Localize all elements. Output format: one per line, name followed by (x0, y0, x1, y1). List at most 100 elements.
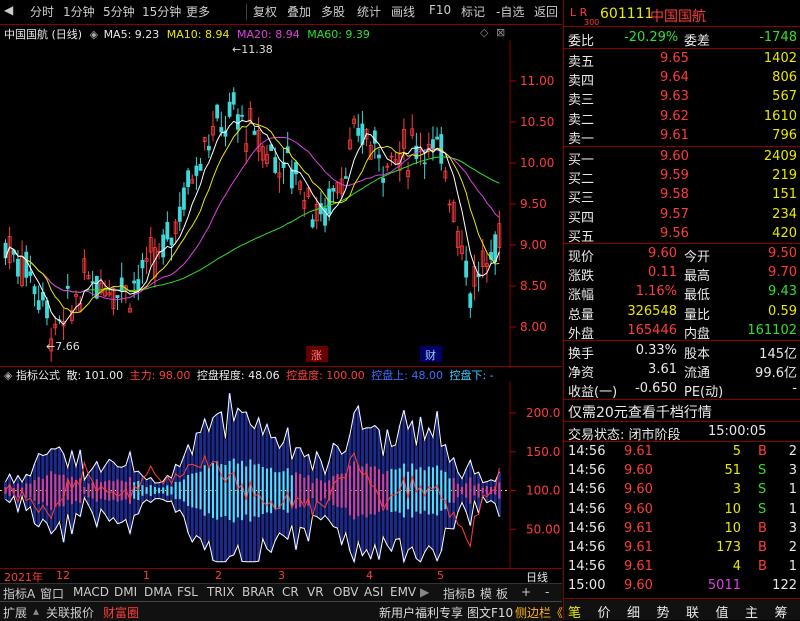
candle-body (177, 206, 182, 222)
link-sidebar[interactable]: 侧边栏《 (515, 604, 563, 621)
tab-trix[interactable]: TRIX (207, 585, 234, 599)
kongpandu-label: 控盘度: 100.00 (286, 369, 365, 382)
button-back[interactable]: 返回 (534, 3, 558, 20)
button-stats[interactable]: 统计 (357, 3, 381, 20)
bid-row[interactable]: 买一 9.60 2409 (564, 148, 800, 168)
tab-brar[interactable]: BRAR (242, 585, 275, 599)
button-overlay[interactable]: 叠加 (287, 3, 311, 20)
panel-tab[interactable]: 主 (745, 602, 758, 621)
tab-obv[interactable]: OBV (333, 585, 359, 599)
tab-more[interactable]: 更多 (186, 3, 210, 20)
tab-extend[interactable]: 扩展 (3, 604, 27, 621)
add-pane-button[interactable]: + (521, 585, 531, 599)
panel-tab[interactable]: 笔 (568, 602, 581, 621)
fin-row[interactable]: 换手 0.33% 股本 145亿 (564, 342, 800, 362)
bid-row[interactable]: 买二 9.59 219 (564, 167, 800, 187)
tab-indicator-a[interactable]: 指标A (3, 585, 35, 602)
diamond-icon[interactable]: ◇ (480, 26, 488, 39)
button-multi[interactable]: 多股 (321, 3, 345, 20)
fin-row[interactable]: 收益(一) -0.650 PE(动) - (564, 380, 800, 401)
stat-row[interactable]: 涨跌 0.11 最高 9.70 (564, 264, 800, 284)
bid-row[interactable]: 买五 9.56 420 (564, 225, 800, 245)
trade-tick-row[interactable]: 14:56 9.60 51 S 3 (564, 462, 800, 481)
panel-tab[interactable]: 值 (716, 602, 729, 621)
collapse-icon[interactable]: ⊠ (496, 26, 505, 39)
trade-tick-row[interactable]: 14:56 9.60 3 S 1 (564, 481, 800, 500)
tab-1min[interactable]: 1分钟 (63, 3, 95, 20)
stat-value: 9.70 (768, 265, 797, 281)
promo-row[interactable]: 仅需20元查看千档行情 (564, 401, 800, 421)
candle-body (493, 234, 498, 263)
scroll-right-icon[interactable]: ▶ (420, 585, 429, 599)
ask-level-label: 卖五 (568, 55, 595, 70)
tab-intraday[interactable]: 分时 (30, 3, 54, 20)
tab-5min[interactable]: 5分钟 (103, 3, 135, 20)
button-f10[interactable]: F10 (429, 3, 451, 17)
tab-cr[interactable]: CR (282, 585, 299, 599)
trade-tick-row[interactable]: 14:56 9.61 4 B 1 (564, 558, 800, 577)
promo-link[interactable]: 仅需20元查看千档行情 (568, 402, 712, 422)
stat-row[interactable]: 现价 9.60 今开 9.50 (564, 245, 800, 265)
tab-template[interactable]: 模 (480, 585, 492, 602)
kline-chart[interactable]: 11.00 10.50 10.00 9.50 9.00 8.50 8.00 ←11.38 ←7… (0, 40, 562, 368)
tick-side: B (758, 559, 767, 575)
trade-tick-row[interactable]: 15:00 9.60 5011 122 (564, 577, 800, 596)
ask-row[interactable]: 卖四 9.64 806 (564, 69, 800, 89)
bid-row[interactable]: 买四 9.57 234 (564, 206, 800, 226)
remove-pane-button[interactable]: - (545, 585, 549, 599)
link-f10[interactable]: 图文F10 (467, 604, 513, 621)
button-adjust[interactable]: 复权 (253, 3, 277, 20)
ask-row[interactable]: 卖二 9.62 1610 (564, 108, 800, 128)
bottom-bar: 扩展 ▴ 关联报价 财富圈 新用户福利专享 图文F10 侧边栏《 (0, 601, 563, 621)
tick-side: S (758, 482, 767, 498)
stat-row[interactable]: 涨幅 1.16% 最低 9.43 (564, 283, 800, 304)
fin-label: PE(动) (684, 385, 724, 401)
tab-window[interactable]: 窗口 (40, 585, 64, 602)
ask-level-label: 卖三 (568, 93, 595, 109)
stat-label: 最低 (684, 288, 711, 304)
tab-emv[interactable]: EMV (390, 585, 416, 599)
panel-tab[interactable]: 势 (657, 602, 670, 621)
status-time: 15:00:05 (708, 424, 767, 439)
panel-tab[interactable]: 筹 (775, 602, 788, 621)
tab-vr[interactable]: VR (307, 585, 324, 599)
button-mark[interactable]: 标记 (461, 3, 485, 20)
tick-time: 14:56 (568, 444, 606, 459)
tab-dma[interactable]: DMA (144, 585, 172, 599)
fin-row[interactable]: 净资 3.61 流通 99.6亿 (564, 361, 800, 381)
indicator-chart[interactable]: 200.0 150.0 100.0 50.00 (0, 382, 562, 568)
tab-wealth-circle[interactable]: 财富圈 (103, 604, 139, 621)
button-draw[interactable]: 画线 (391, 3, 415, 20)
button-watchlist[interactable]: -自选 (496, 3, 524, 20)
tab-indicator-b[interactable]: 指标B (443, 585, 475, 602)
panel-tab[interactable]: 细 (627, 602, 640, 621)
ask-row[interactable]: 卖一 9.61 796 (564, 127, 800, 147)
bid-row[interactable]: 买三 9.58 151 (564, 186, 800, 206)
ask-volume: 796 (772, 127, 797, 143)
quote-panel: L R 300 601111 中国国航 委比 -20.29% 委差 -1748 … (563, 0, 800, 621)
tab-dmi[interactable]: DMI (114, 585, 137, 599)
stat-value: 9.43 (768, 284, 797, 300)
trade-tick-row[interactable]: 14:56 9.61 5 B 2 (564, 443, 800, 462)
tab-related-quote[interactable]: 关联报价 (46, 604, 94, 621)
indicator-settings-icon[interactable]: ◈ (4, 369, 12, 382)
menu-icon[interactable]: ◀ (4, 3, 13, 17)
tab-15min[interactable]: 15分钟 (142, 3, 181, 20)
stat-value: 165446 (627, 322, 677, 338)
trade-tick-row[interactable]: 14:56 9.61 173 B 2 (564, 539, 800, 558)
stat-row[interactable]: 外盘 165446 内盘 161102 (564, 322, 800, 342)
ask-row[interactable]: 卖三 9.63 567 (564, 88, 800, 109)
link-new-user[interactable]: 新用户福利专享 (379, 604, 463, 621)
tab-board[interactable]: 板 (496, 585, 508, 602)
tab-macd[interactable]: MACD (73, 585, 109, 599)
tab-asi[interactable]: ASI (364, 585, 383, 599)
trade-tick-row[interactable]: 14:56 9.61 10 B 3 (564, 520, 800, 539)
panel-tab[interactable]: 联 (686, 602, 699, 621)
ask-row[interactable]: 卖五 9.65 1402 (564, 50, 800, 70)
stat-value: 326548 (627, 303, 677, 319)
trade-tick-row[interactable]: 14:56 9.60 10 S 1 (564, 501, 800, 520)
tab-fsl[interactable]: FSL (177, 585, 198, 599)
stat-row[interactable]: 总量 326548 量比 0.59 (564, 303, 800, 323)
panel-tab[interactable]: 价 (598, 602, 611, 621)
scroll-icon[interactable]: ▴ (33, 604, 39, 618)
